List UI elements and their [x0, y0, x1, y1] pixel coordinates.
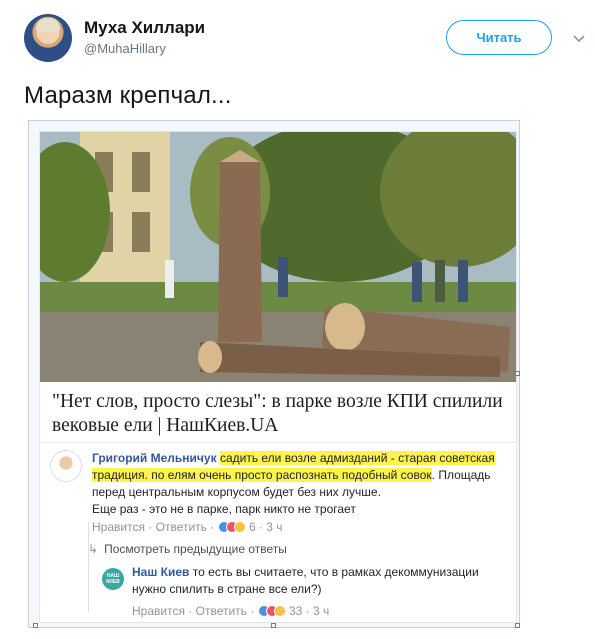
- commenter-avatar[interactable]: [50, 450, 82, 482]
- resize-handle: [271, 623, 276, 628]
- user-handle[interactable]: @MuhaHillary: [84, 41, 166, 56]
- reactions-count: 6: [248, 520, 256, 534]
- haha-reaction-icon: [273, 605, 286, 617]
- reply-link[interactable]: Ответить: [156, 520, 207, 534]
- tweet-text: Маразм крепчал...: [24, 82, 232, 109]
- reply-reply-link[interactable]: Ответить: [196, 604, 247, 618]
- reply-author[interactable]: Наш Киев: [132, 565, 189, 579]
- reactions[interactable]: [217, 520, 246, 534]
- divider: [40, 442, 516, 443]
- reply-arrow-icon: ↳: [88, 542, 99, 556]
- comment-text-second-line: Еще раз - это не в парке, парк никто не …: [92, 502, 356, 516]
- display-name[interactable]: Муха Хиллари: [84, 18, 205, 38]
- haha-reaction-icon: [233, 521, 246, 533]
- comment-time[interactable]: 3 ч: [266, 520, 282, 534]
- resize-handle: [515, 371, 520, 376]
- reply-actions: Нравится · Ответить · 33 · 3 ч: [132, 604, 330, 618]
- previous-replies-label: Посмотреть предыдущие ответы: [104, 542, 287, 556]
- reply-reactions-count: 33: [288, 604, 303, 618]
- follow-button[interactable]: Читать: [446, 20, 552, 55]
- resize-handle: [515, 623, 520, 628]
- reply-like-link[interactable]: Нравится: [132, 604, 185, 618]
- chevron-down-icon[interactable]: [569, 28, 589, 48]
- like-link[interactable]: Нравится: [92, 520, 145, 534]
- comment-author[interactable]: Григорий Мельничук: [92, 451, 217, 465]
- reply-time[interactable]: 3 ч: [313, 604, 329, 618]
- tweet-image[interactable]: "Нет слов, просто слезы": в парке возле …: [28, 120, 520, 628]
- cut-trees-photo: [40, 132, 516, 382]
- reply-avatar[interactable]: НАШ КИЕВ: [102, 568, 124, 590]
- profile-avatar[interactable]: [24, 14, 72, 62]
- previous-replies-link[interactable]: ↳ Посмотреть предыдущие ответы: [88, 542, 287, 556]
- reply-reactions[interactable]: [257, 604, 286, 618]
- tweet-header: Муха Хиллари @MuhaHillary Читать: [24, 14, 585, 64]
- comment-actions: Нравится · Ответить · 6 · 3 ч: [92, 520, 283, 534]
- reply-body: Наш Киев то есть вы считаете, что в рамк…: [132, 564, 512, 598]
- comment-body: Григорий Мельничук садить ели возле адми…: [92, 450, 512, 518]
- resize-handle: [33, 623, 38, 628]
- thread-line: [88, 522, 89, 612]
- facebook-post-screenshot: "Нет слов, просто слезы": в парке возле …: [39, 131, 517, 623]
- link-preview-title[interactable]: "Нет слов, просто слезы": в парке возле …: [52, 390, 512, 438]
